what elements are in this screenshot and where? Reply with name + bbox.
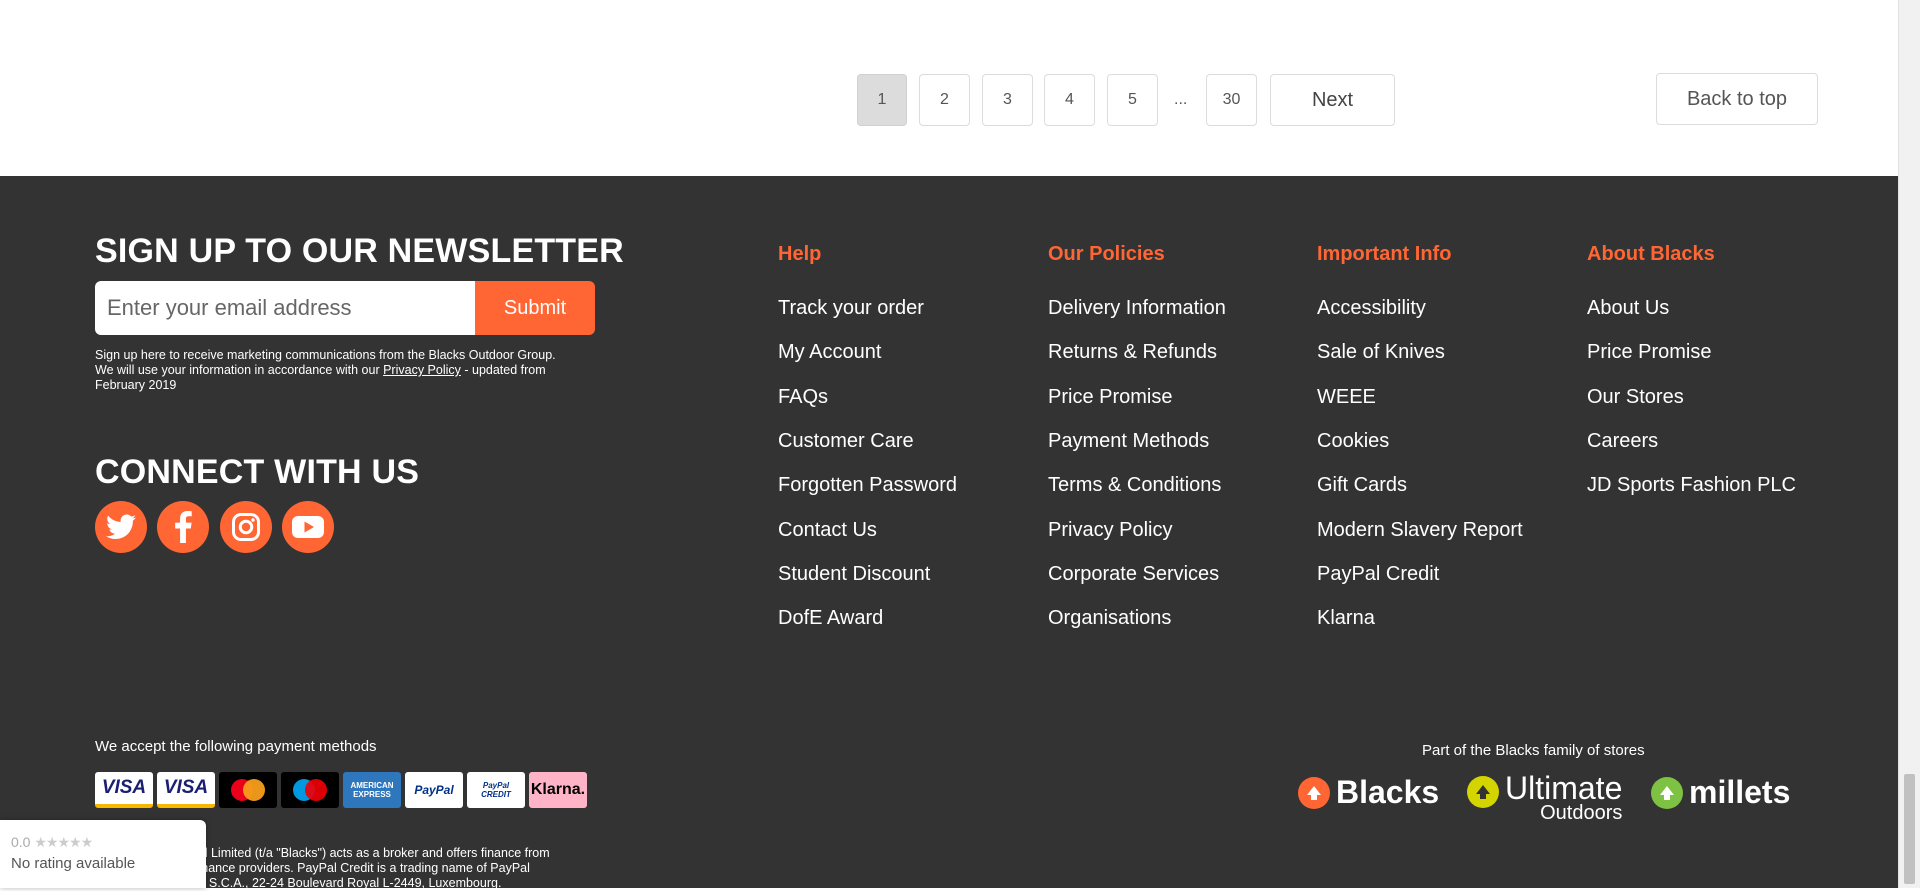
ultimate-outdoors-logo[interactable]: Ultimate Outdoors [1467, 770, 1623, 824]
connect-heading: CONNECT WITH US [95, 453, 420, 491]
page-1-button[interactable]: 1 [857, 74, 907, 126]
footer-link[interactable]: FAQs [778, 386, 828, 409]
footer-column-heading: About Blacks [1587, 243, 1715, 265]
privacy-policy-link[interactable]: Privacy Policy [383, 363, 461, 377]
page-3-button[interactable]: 3 [982, 74, 1033, 126]
rating-widget[interactable]: 0.0 ★★★★★ No rating available [0, 820, 206, 888]
footer-link[interactable]: WEEE [1317, 386, 1376, 409]
footer-link[interactable]: Modern Slavery Report [1317, 519, 1523, 542]
youtube-icon[interactable] [282, 501, 334, 553]
footer-link[interactable]: Returns & Refunds [1048, 341, 1217, 364]
footer-link[interactable]: DofE Award [778, 607, 883, 630]
footer-link[interactable]: Delivery Information [1048, 297, 1226, 320]
footer-link[interactable]: Klarna [1317, 607, 1375, 630]
blacks-arrow-icon [1298, 776, 1330, 809]
newsletter-heading: SIGN UP TO OUR NEWSLETTER [95, 232, 624, 270]
footer-link[interactable]: Contact Us [778, 519, 877, 542]
pagination-ellipsis: ... [1174, 91, 1188, 108]
millets-logo-text: millets [1689, 774, 1791, 810]
blacks-logo-text: Blacks [1336, 774, 1440, 810]
footer-link[interactable]: My Account [778, 341, 881, 364]
rating-score-value: 0.0 [11, 834, 31, 850]
footer-link[interactable]: Privacy Policy [1048, 519, 1172, 542]
footer-link[interactable]: Student Discount [778, 563, 930, 586]
footer-link[interactable]: Gift Cards [1317, 474, 1407, 497]
page-2-button[interactable]: 2 [919, 74, 970, 126]
footer-link[interactable]: Careers [1587, 430, 1658, 453]
next-page-button[interactable]: Next [1270, 74, 1395, 126]
newsletter-email-input[interactable] [95, 281, 475, 335]
footer-column-heading: Help [778, 243, 822, 265]
millets-arrow-icon [1651, 776, 1683, 809]
footer-column-heading: Our Policies [1048, 243, 1165, 265]
footer-link[interactable]: Terms & Conditions [1048, 474, 1221, 497]
rating-stars-icon: ★★★★★ [34, 834, 93, 850]
footer-link[interactable]: Payment Methods [1048, 430, 1209, 453]
newsletter-submit-button[interactable]: Submit [475, 281, 595, 335]
results-pagination-area: 1 2 3 4 5 ... 30 Next Back to top [0, 0, 1898, 176]
footer-link[interactable]: Customer Care [778, 430, 914, 453]
facebook-icon[interactable] [157, 501, 209, 553]
footer-link[interactable]: JD Sports Fashion PLC [1587, 474, 1796, 497]
mastercard-icon [219, 772, 277, 808]
page-scrollbar[interactable] [1898, 0, 1920, 888]
payment-methods-label: We accept the following payment methods [95, 738, 377, 755]
family-of-stores-label: Part of the Blacks family of stores [1422, 742, 1645, 759]
rating-text: No rating available [11, 855, 136, 872]
footer-link[interactable]: Cookies [1317, 430, 1389, 453]
paypal-card-icon: PayPal [405, 772, 463, 808]
visa-card-icon: VISA [95, 772, 153, 808]
footer-column-heading: Important Info [1317, 243, 1452, 265]
instagram-icon[interactable] [220, 501, 272, 553]
back-to-top-button[interactable]: Back to top [1656, 73, 1818, 125]
footer-link[interactable]: Accessibility [1317, 297, 1426, 320]
footer-link[interactable]: About Us [1587, 297, 1669, 320]
footer-link[interactable]: Our Stores [1587, 386, 1684, 409]
maestro-card-icon [281, 772, 339, 808]
newsletter-note: Sign up here to receive marketing commun… [95, 348, 575, 393]
footer-link[interactable]: Price Promise [1587, 341, 1711, 364]
footer-link[interactable]: Price Promise [1048, 386, 1172, 409]
footer-link[interactable]: Forgotten Password [778, 474, 957, 497]
page-5-button[interactable]: 5 [1107, 74, 1158, 126]
ultimate-logo-text: Ultimate [1505, 770, 1623, 806]
footer-link[interactable]: Organisations [1048, 607, 1171, 630]
visa-electron-card-icon: VISA [157, 772, 215, 808]
blacks-logo[interactable]: Blacks [1298, 774, 1439, 811]
ultimate-arrow-icon [1467, 776, 1499, 808]
footer-link[interactable]: Corporate Services [1048, 563, 1219, 586]
page-30-button[interactable]: 30 [1206, 74, 1257, 126]
klarna-card-icon: Klarna. [529, 772, 587, 808]
twitter-icon[interactable] [95, 501, 147, 553]
rating-score: 0.0 ★★★★★ [11, 834, 93, 851]
amex-card-icon: AMERICAN EXPRESS [343, 772, 401, 808]
page-4-button[interactable]: 4 [1044, 74, 1095, 126]
outdoors-logo-text: Outdoors [1540, 802, 1623, 824]
footer-link[interactable]: Track your order [778, 297, 924, 320]
footer-link[interactable]: Sale of Knives [1317, 341, 1445, 364]
scrollbar-thumb[interactable] [1904, 774, 1915, 884]
footer-link[interactable]: PayPal Credit [1317, 563, 1439, 586]
paypal-credit-card-icon: PayPal CREDIT [467, 772, 525, 808]
millets-logo[interactable]: millets [1651, 774, 1790, 811]
